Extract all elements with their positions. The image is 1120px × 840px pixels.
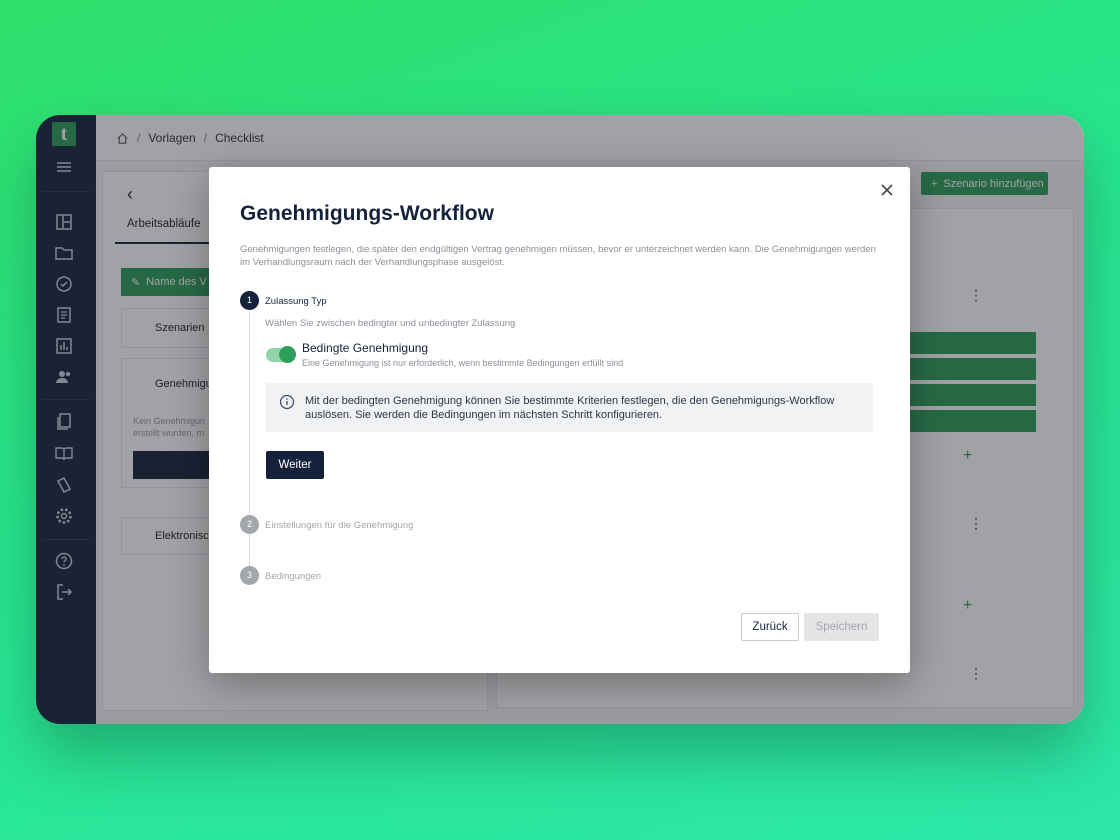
toggle-knob xyxy=(279,346,296,363)
modal-description: Genehmigungen festlegen, die später den … xyxy=(240,244,876,268)
conditional-approval-toggle[interactable] xyxy=(266,346,296,363)
step-number-3: 3 xyxy=(240,566,259,585)
save-button: Speichern xyxy=(804,613,879,641)
modal-title: Genehmigungs-Workflow xyxy=(240,202,494,225)
step-number-1: 1 xyxy=(240,291,259,310)
step-connector xyxy=(249,534,250,566)
step-label-2: Einstellungen für die Genehmigung xyxy=(265,520,414,531)
toggle-title: Bedingte Genehmigung xyxy=(302,341,429,355)
step-label-3: Bedingungen xyxy=(265,571,321,582)
step-connector xyxy=(249,311,250,515)
close-icon[interactable] xyxy=(878,181,896,199)
step-subtitle-1: Wählen Sie zwischen bedingter und unbedi… xyxy=(265,318,516,329)
back-button[interactable]: Zurück xyxy=(741,613,799,641)
step-label-1: Zulassung Typ xyxy=(265,296,327,307)
info-box: Mit der bedingten Genehmigung können Sie… xyxy=(266,383,873,432)
step-number-2: 2 xyxy=(240,515,259,534)
info-icon xyxy=(279,394,295,410)
next-button[interactable]: Weiter xyxy=(266,451,324,479)
toggle-subtitle: Eine Genehmigung ist nur erforderlich, w… xyxy=(302,358,624,368)
approval-workflow-modal: Genehmigungs-Workflow Genehmigungen fest… xyxy=(209,167,910,673)
info-text: Mit der bedingten Genehmigung können Sie… xyxy=(305,395,835,421)
